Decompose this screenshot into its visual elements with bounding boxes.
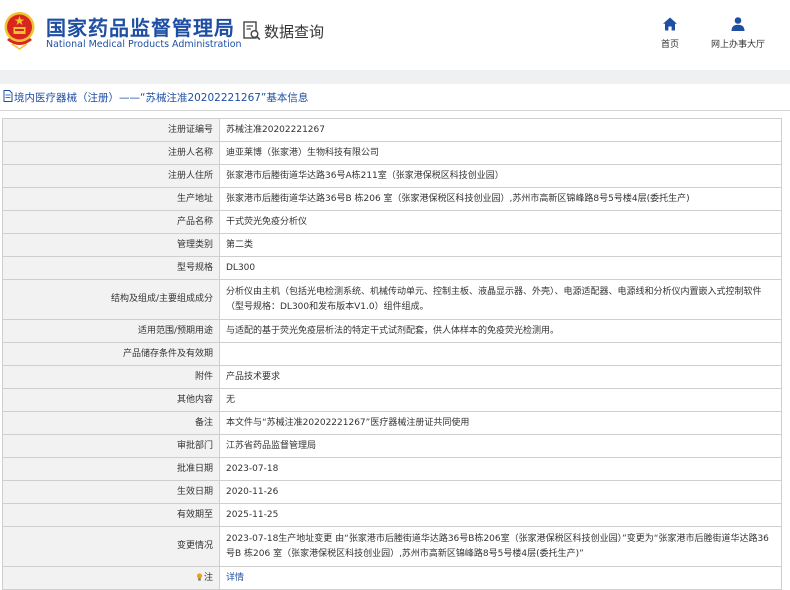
table-row: 批准日期 2023-07-18 <box>2 457 782 481</box>
note-row: 注 详情 <box>2 566 782 590</box>
row-label: 注册证编号 <box>2 118 220 142</box>
table-row: 产品储存条件及有效期 <box>2 342 782 366</box>
lightbulb-icon <box>196 572 203 581</box>
row-label: 型号规格 <box>2 256 220 280</box>
table-row: 审批部门 江苏省药品监督管理局 <box>2 434 782 458</box>
row-value: 2025-11-25 <box>219 503 782 527</box>
row-value: 本文件与“苏械注准20202221267”医疗器械注册证共同使用 <box>219 411 782 435</box>
table-row: 生产地址 张家港市后塍街道华达路36号B 栋206 室（张家港保税区科技创业园）… <box>2 187 782 211</box>
row-label: 附件 <box>2 365 220 389</box>
row-label: 注册人住所 <box>2 164 220 188</box>
table-row: 生效日期 2020-11-26 <box>2 480 782 504</box>
row-value: 2020-11-26 <box>219 480 782 504</box>
site-header: 国家药品监督管理局 National Medical Products Admi… <box>0 0 790 70</box>
page-title: 境内医疗器械（注册）——“苏械注准20202221267”基本信息 <box>14 92 309 104</box>
row-value: 分析仪由主机（包括光电检测系统、机械传动单元、控制主板、液晶显示器、外壳）、电源… <box>219 279 782 320</box>
row-label: 生效日期 <box>2 480 220 504</box>
row-label: 备注 <box>2 411 220 435</box>
nav-service-hall-link[interactable]: 网上办事大厅 <box>706 16 770 50</box>
nav-home-label: 首页 <box>660 40 679 50</box>
row-value: DL300 <box>219 256 782 280</box>
home-icon <box>663 17 677 31</box>
row-label: 产品储存条件及有效期 <box>2 342 220 366</box>
table-row: 附件 产品技术要求 <box>2 365 782 389</box>
row-value: 与适配的基于荧光免疫层析法的特定干式试剂配套，供人体样本的免疫荧光检测用。 <box>219 319 782 343</box>
row-label: 变更情况 <box>2 526 220 567</box>
row-value: 江苏省药品监督管理局 <box>219 434 782 458</box>
row-value <box>219 342 782 366</box>
row-label: 生产地址 <box>2 187 220 211</box>
org-name-cn: 国家药品监督管理局 <box>46 16 235 40</box>
row-label: 适用范围/预期用途 <box>2 319 220 343</box>
row-label: 注册人名称 <box>2 141 220 165</box>
note-value-cell: 详情 <box>219 566 782 590</box>
table-row: 注册人住所 张家港市后塍街道华达路36号A栋211室（张家港保税区科技创业园） <box>2 164 782 188</box>
table-row: 备注 本文件与“苏械注准20202221267”医疗器械注册证共同使用 <box>2 411 782 435</box>
row-label: 有效期至 <box>2 503 220 527</box>
document-icon <box>3 90 13 102</box>
row-value: 迪亚莱博（张家港）生物科技有限公司 <box>219 141 782 165</box>
note-label-cell: 注 <box>2 566 220 590</box>
details-link[interactable]: 详情 <box>226 573 244 583</box>
row-label: 其他内容 <box>2 388 220 412</box>
row-value: 2023-07-18 <box>219 457 782 481</box>
row-label: 管理类别 <box>2 233 220 257</box>
row-value: 苏械注准20202221267 <box>219 118 782 142</box>
row-value: 张家港市后塍街道华达路36号B 栋206 室（张家港保税区科技创业园）,苏州市高… <box>219 187 782 211</box>
table-row: 型号规格 DL300 <box>2 256 782 280</box>
row-value: 2023-07-18生产地址变更 由“张家港市后塍街道华达路36号B栋206室（… <box>219 526 782 567</box>
page-title-bar: 境内医疗器械（注册）——“苏械注准20202221267”基本信息 <box>0 84 790 111</box>
query-title: 数据查询 <box>264 23 325 41</box>
org-name-en: National Medical Products Administration <box>46 39 242 50</box>
row-label: 审批部门 <box>2 434 220 458</box>
row-value: 第二类 <box>219 233 782 257</box>
document-search-icon <box>243 21 261 41</box>
info-table: 注册证编号 苏械注准20202221267 注册人名称 迪亚莱博（张家港）生物科… <box>2 118 782 590</box>
row-label: 批准日期 <box>2 457 220 481</box>
table-row: 管理类别 第二类 <box>2 233 782 257</box>
national-emblem-icon <box>4 12 35 50</box>
table-row: 注册人名称 迪亚莱博（张家港）生物科技有限公司 <box>2 141 782 165</box>
table-row: 变更情况 2023-07-18生产地址变更 由“张家港市后塍街道华达路36号B栋… <box>2 526 782 567</box>
nav-service-hall-label: 网上办事大厅 <box>710 40 765 50</box>
table-row: 产品名称 干式荧光免疫分析仪 <box>2 210 782 234</box>
row-label: 产品名称 <box>2 210 220 234</box>
row-value: 无 <box>219 388 782 412</box>
header-separator <box>0 70 790 84</box>
row-value: 张家港市后塍街道华达路36号A栋211室（张家港保税区科技创业园） <box>219 164 782 188</box>
note-label: 注 <box>203 572 213 583</box>
table-row: 注册证编号 苏械注准20202221267 <box>2 118 782 142</box>
user-icon <box>731 17 745 31</box>
row-value: 干式荧光免疫分析仪 <box>219 210 782 234</box>
table-row: 其他内容 无 <box>2 388 782 412</box>
table-row: 结构及组成/主要组成成分 分析仪由主机（包括光电检测系统、机械传动单元、控制主板… <box>2 279 782 320</box>
nav-home-link[interactable]: 首页 <box>656 16 684 50</box>
table-row: 有效期至 2025-11-25 <box>2 503 782 527</box>
row-value: 产品技术要求 <box>219 365 782 389</box>
row-label: 结构及组成/主要组成成分 <box>2 279 220 320</box>
table-row: 适用范围/预期用途 与适配的基于荧光免疫层析法的特定干式试剂配套，供人体样本的免… <box>2 319 782 343</box>
